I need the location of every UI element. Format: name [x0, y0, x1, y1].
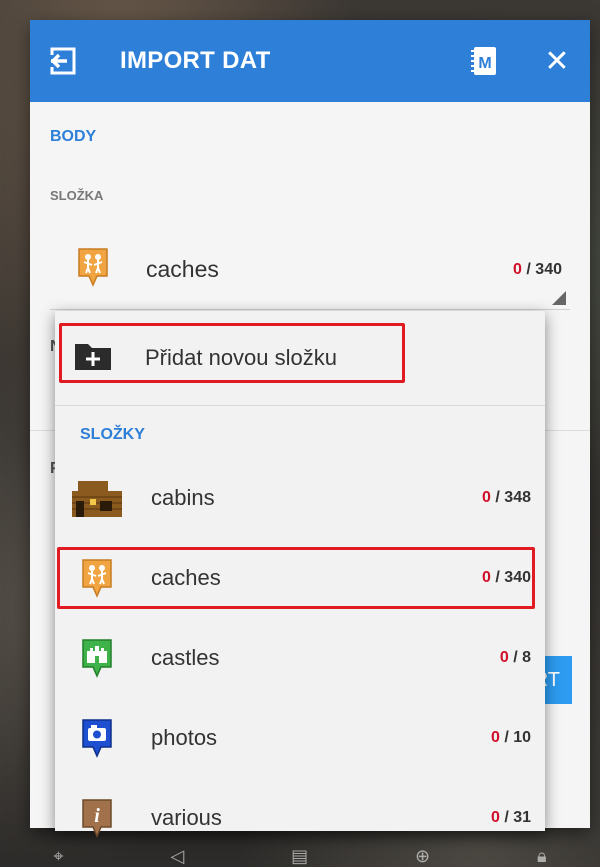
- folder-item-caches[interactable]: caches 0 / 340: [55, 538, 545, 618]
- folder-count: 0 / 8: [499, 649, 531, 666]
- folder-item-cabins[interactable]: cabins 0 / 348: [55, 458, 545, 538]
- folder-name: castles: [151, 645, 220, 670]
- folder-count: 0 / 340: [482, 569, 531, 586]
- info-icon: i: [69, 797, 125, 839]
- add-folder-label: Přidat novou složku: [145, 345, 337, 370]
- folder-select[interactable]: caches 0 / 340: [50, 230, 570, 310]
- folders-header: SLOŽKY: [80, 426, 145, 443]
- manual-icon[interactable]: M: [466, 43, 502, 79]
- dialog-title: IMPORT DAT: [120, 47, 271, 74]
- folder-name: cabins: [151, 485, 215, 510]
- dropdown-arrow-icon: [552, 291, 566, 305]
- camera-icon: [69, 717, 125, 759]
- svg-text:i: i: [94, 805, 100, 827]
- selected-folder-count: 0 / 340: [513, 260, 562, 278]
- add-folder-item[interactable]: Přidat novou složku: [55, 311, 545, 406]
- folder-name: photos: [151, 725, 218, 750]
- folder-count: 0 / 348: [482, 489, 531, 506]
- geocache-icon: [76, 246, 110, 293]
- folder-item-various[interactable]: i various 0 / 31: [55, 778, 545, 858]
- folder-name: various: [151, 805, 222, 830]
- manual-icon-letter: M: [478, 55, 491, 72]
- add-folder-icon: [73, 340, 113, 377]
- folder-count: 0 / 10: [490, 729, 531, 746]
- cabin-icon: [69, 477, 125, 519]
- folder-item-castles[interactable]: castles 0 / 8: [55, 618, 545, 698]
- folder-section-label: SLOŽKA: [50, 188, 104, 203]
- body-section-label: BODY: [50, 128, 97, 145]
- dialog-header: IMPORT DAT M ✕: [30, 20, 590, 102]
- selected-folder-name: caches: [146, 256, 219, 282]
- close-icon[interactable]: ✕: [540, 44, 574, 79]
- castle-icon: [69, 637, 125, 679]
- import-icon: [48, 46, 78, 76]
- folder-item-photos[interactable]: photos 0 / 10: [55, 698, 545, 778]
- geocache-icon: [69, 557, 125, 599]
- folder-dropdown: Přidat novou složku SLOŽKY cabins 0 / 34…: [55, 311, 545, 838]
- folder-count: 0 / 31: [490, 809, 531, 826]
- folder-name: caches: [151, 565, 221, 590]
